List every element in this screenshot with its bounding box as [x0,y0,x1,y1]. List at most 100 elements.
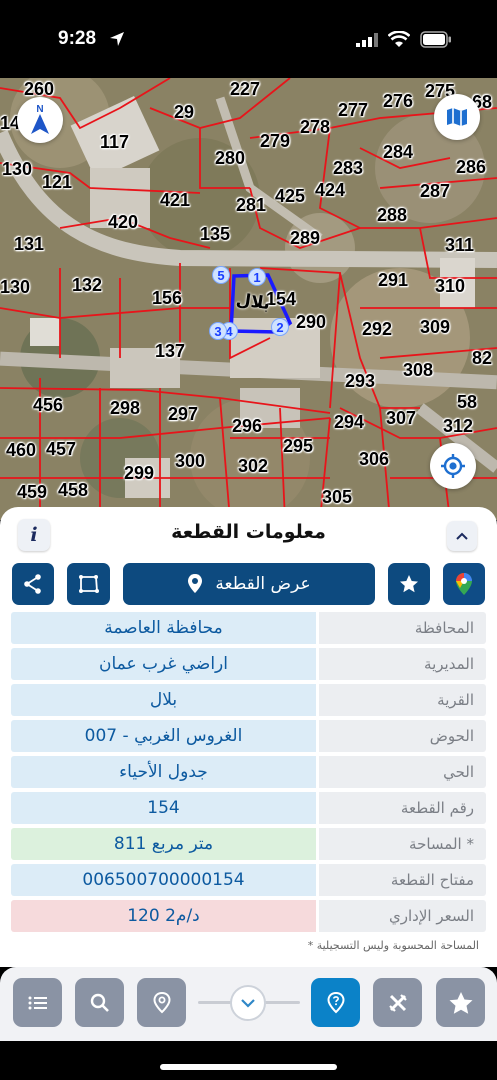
parcel-number: 281 [236,195,267,215]
table-row: اراضي غرب عمان المديرية [11,648,486,680]
help-pin-button[interactable] [311,978,360,1027]
parcel-number: 456 [33,395,64,415]
parcel-number: 307 [386,408,417,428]
parcel-number: 278 [300,117,331,137]
search-button[interactable] [75,978,124,1027]
pin-search-icon [152,991,171,1013]
favorite-button[interactable] [388,563,430,605]
row-label: رقم القطعة [319,792,486,824]
tools-button[interactable] [373,978,422,1027]
row-label: الحي [319,756,486,788]
status-bar: 9:28 [0,0,497,78]
parcel-number: 421 [160,190,191,210]
row-value: 811 متر مربع [11,828,316,860]
parcel-number: 300 [175,451,206,471]
parcel-number: 287 [420,181,451,201]
row-value: بلال [11,684,316,716]
favorites-button[interactable] [436,978,485,1027]
share-button[interactable] [12,563,54,605]
parcel-number: 299 [124,463,155,483]
parcel-number: 288 [377,205,408,225]
parcel-number: 306 [359,449,390,469]
parcel-number: 82 [472,348,493,368]
row-label: مفتاح القطعة [319,864,486,896]
locate-button[interactable] [430,443,476,489]
parcel-number: 131 [14,234,45,254]
google-maps-icon [456,573,472,595]
parcel-number: 276 [383,91,414,111]
row-value: محافظة العاصمة [11,612,316,644]
parcel-number: 279 [260,131,291,151]
parcel-info-sheet: i معلومات القطعة عرض القطعة محافظة العاص… [0,507,497,967]
parcel-number: 291 [378,270,409,290]
parcel-number: 286 [456,157,487,177]
parcel-number: 294 [334,412,365,432]
home-indicator-area [0,1041,497,1080]
parcel-number: 425 [275,186,306,206]
parcel-number: 458 [58,480,89,500]
pin-search-button[interactable] [137,978,186,1027]
parcel-number: 283 [333,158,364,178]
table-row: 154 رقم القطعة [11,792,486,824]
list-icon [28,996,47,1009]
map-layers-button[interactable] [434,94,480,140]
bottom-toolbar [0,967,497,1041]
table-row: بلال القرية [11,684,486,716]
action-bar: عرض القطعة [0,563,497,607]
list-button[interactable] [13,978,62,1027]
table-row: 006500700000154 مفتاح القطعة [11,864,486,896]
parcel-vertex[interactable]: 1 [248,268,266,286]
google-maps-button[interactable] [443,563,485,605]
parcel-map[interactable]: 260 14 130 121 131 130 117 29 227 277 27… [0,78,497,520]
row-value: الغروس الغربي - 007 [11,720,316,752]
parcel-number: 280 [215,148,246,168]
parcel-number: 290 [296,312,327,332]
polygon-icon [78,575,99,593]
parcel-number: 289 [290,228,321,248]
tools-icon [388,993,407,1012]
parcel-number: 132 [72,275,103,295]
parcel-vertex[interactable]: 3 [209,322,227,340]
parcel-number: 420 [108,212,139,232]
parcel-number: 298 [110,398,141,418]
star-icon [400,575,418,593]
row-label: السعر الإداري [319,900,486,932]
parcel-number: 293 [345,371,376,391]
parcel-number: 308 [403,360,434,380]
parcel-vertex[interactable]: 5 [212,266,230,284]
parcel-number: 309 [420,317,451,337]
parcel-number: 277 [338,100,369,120]
parcel-number: 310 [435,276,466,296]
row-label: المديرية [319,648,486,680]
battery-icon [420,31,451,48]
show-parcel-label: عرض القطعة [215,574,311,594]
collapse-button[interactable] [447,521,477,551]
compass-icon: N [31,104,49,134]
parcel-number: 297 [168,404,199,424]
share-icon [24,574,41,594]
parcel-number: 460 [6,440,37,460]
row-label: المساحة * [319,828,486,860]
parcel-number: 424 [315,180,346,200]
search-icon [90,993,109,1012]
polygon-button[interactable] [67,563,110,605]
table-row: جدول الأحياء الحي [11,756,486,788]
chevron-up-icon [456,532,468,540]
parcel-number: 117 [100,132,130,152]
show-parcel-button[interactable]: عرض القطعة [123,563,375,605]
north-label: N [36,104,43,115]
locate-icon [441,454,465,478]
location-pin-icon [188,574,203,593]
parcel-number: 295 [283,436,314,456]
parcel-number: 227 [230,79,261,99]
compass-button[interactable]: N [17,97,63,143]
signal-icon [356,33,378,47]
parcel-number: 137 [155,341,186,361]
home-indicator[interactable] [160,1064,337,1070]
row-label: القرية [319,684,486,716]
row-label: الحوض [319,720,486,752]
parcel-vertex[interactable]: 2 [271,318,289,336]
parcel-number: 296 [232,416,263,436]
sheet-slider-handle[interactable] [230,985,266,1021]
parcel-number: 305 [322,487,353,507]
